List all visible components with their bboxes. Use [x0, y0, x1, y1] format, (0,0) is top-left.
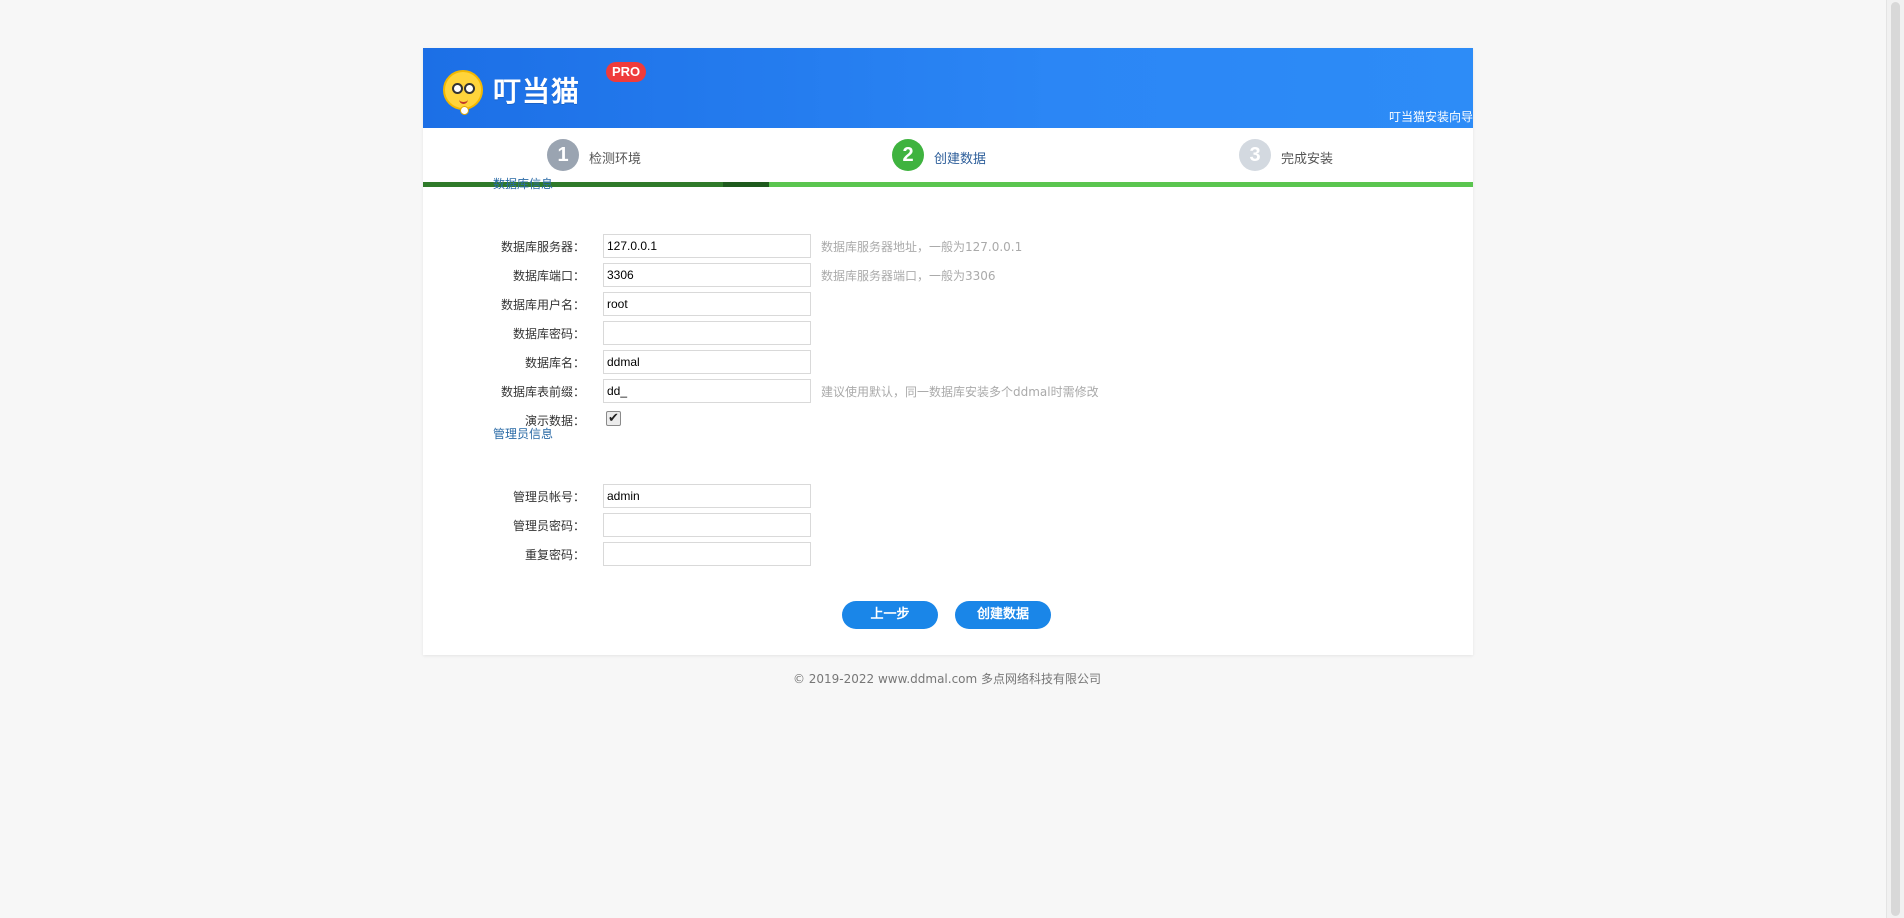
- db-section-title: 数据库信息: [493, 177, 554, 191]
- admin-password-label: 管理员密码：: [512, 519, 585, 533]
- prev-step-button[interactable]: 上一步: [842, 601, 938, 629]
- step-finish-install: 3 完成安装: [1239, 139, 1333, 171]
- page-scrollbar[interactable]: [1886, 0, 1904, 918]
- create-data-button[interactable]: 创建数据: [955, 601, 1051, 629]
- step-check-environment: 1 检测环境: [547, 139, 641, 171]
- step-number-3: 3: [1239, 139, 1271, 171]
- footer-copyright: © 2019-2022 www.ddmal.com 多点网络科技有限公司: [792, 672, 1102, 686]
- step-progress-bar: [423, 182, 1473, 187]
- db-name-input[interactable]: [603, 350, 811, 374]
- db-password-label: 数据库密码：: [512, 327, 585, 341]
- db-user-input[interactable]: [603, 292, 811, 316]
- db-port-hint: 数据库服务器端口，一般为3306: [821, 269, 996, 283]
- logo: 叮当猫: [443, 66, 581, 115]
- db-prefix-input[interactable]: [603, 379, 811, 403]
- step-number-2: 2: [892, 139, 924, 171]
- demo-data-row: 演示数据： ✔: [423, 408, 1473, 432]
- admin-password-input[interactable]: [603, 513, 811, 537]
- db-port-row: 数据库端口： 数据库服务器端口，一般为3306: [423, 263, 1473, 287]
- step-number-1: 1: [547, 139, 579, 171]
- header-banner: 叮当猫 PRO 叮当猫安装向导: [423, 48, 1473, 128]
- db-prefix-label: 数据库表前缀：: [500, 385, 585, 399]
- admin-account-row: 管理员帐号：: [423, 484, 1473, 508]
- step-label: 检测环境: [589, 151, 642, 167]
- admin-section-title: 管理员信息: [493, 427, 554, 441]
- scrollbar-thumb[interactable]: [1891, 2, 1900, 916]
- db-user-label: 数据库用户名：: [500, 298, 585, 312]
- step-create-data: 2 创建数据: [892, 139, 986, 171]
- repeat-password-label: 重复密码：: [524, 548, 585, 562]
- db-password-input[interactable]: [603, 321, 811, 345]
- db-prefix-hint: 建议使用默认，同一数据库安装多个ddmal时需修改: [821, 385, 1099, 399]
- cat-mascot-icon: [443, 70, 483, 115]
- demo-data-checkbox[interactable]: ✔: [606, 411, 621, 426]
- db-user-row: 数据库用户名：: [423, 292, 1473, 316]
- db-server-row: 数据库服务器： 数据库服务器地址，一般为127.0.0.1: [423, 234, 1473, 258]
- db-password-row: 数据库密码：: [423, 321, 1473, 345]
- checkmark-icon: ✔: [608, 411, 619, 426]
- admin-account-input[interactable]: [603, 484, 811, 508]
- db-name-row: 数据库名：: [423, 350, 1473, 374]
- db-server-label: 数据库服务器：: [500, 240, 585, 254]
- pro-badge: PRO: [606, 62, 647, 82]
- installer-panel: 叮当猫 PRO 叮当猫安装向导 1 检测环境 2 创建数据 3 完成安装 数据库…: [423, 48, 1473, 655]
- db-server-input[interactable]: [603, 234, 811, 258]
- db-port-input[interactable]: [603, 263, 811, 287]
- db-prefix-row: 数据库表前缀： 建议使用默认，同一数据库安装多个ddmal时需修改: [423, 379, 1473, 403]
- repeat-password-input[interactable]: [603, 542, 811, 566]
- step-label: 创建数据: [934, 151, 987, 167]
- db-name-label: 数据库名：: [524, 356, 585, 370]
- admin-password-row: 管理员密码：: [423, 513, 1473, 537]
- step-indicator: 1 检测环境 2 创建数据 3 完成安装: [423, 128, 1473, 187]
- db-port-label: 数据库端口：: [512, 269, 585, 283]
- admin-account-label: 管理员帐号：: [512, 490, 585, 504]
- step-label: 完成安装: [1281, 151, 1334, 167]
- db-server-hint: 数据库服务器地址，一般为127.0.0.1: [821, 240, 1023, 254]
- wizard-title: 叮当猫安装向导: [1388, 110, 1473, 124]
- brand-name: 叮当猫: [493, 75, 581, 108]
- repeat-password-row: 重复密码：: [423, 542, 1473, 566]
